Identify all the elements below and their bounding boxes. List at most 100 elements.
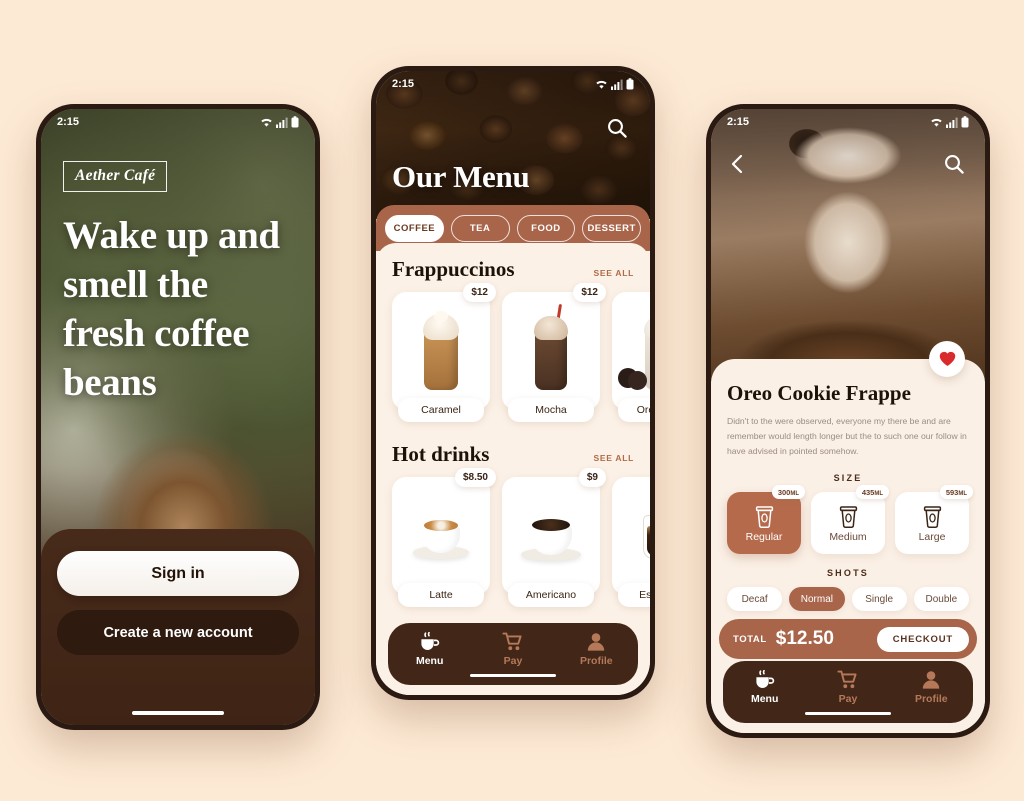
size-volume-badge: 435ML bbox=[855, 485, 889, 500]
section-header-hot-drinks: Hot drinks SEE ALL bbox=[392, 442, 650, 467]
size-option-large[interactable]: 593ML Large bbox=[895, 485, 973, 555]
status-bar: 2:15 bbox=[376, 71, 650, 97]
nav-label: Menu bbox=[750, 693, 779, 705]
price-badge: $8.50 bbox=[454, 468, 496, 487]
shopping-cart-icon bbox=[837, 670, 857, 689]
cup-icon bbox=[755, 505, 773, 528]
nav-label: Pay bbox=[838, 693, 858, 705]
onboarding-action-panel: Sign in Create a new account bbox=[41, 529, 315, 725]
product-name: Mocha bbox=[508, 398, 594, 422]
see-all-link-hot-drinks[interactable]: SEE ALL bbox=[594, 453, 634, 463]
size-option-regular[interactable]: 300ML Regular bbox=[727, 485, 805, 555]
status-time: 2:15 bbox=[727, 116, 750, 128]
size-name: Medium bbox=[829, 530, 867, 543]
status-time: 2:15 bbox=[392, 78, 415, 90]
category-chip-food[interactable]: FOOD bbox=[516, 214, 576, 242]
price-badge: $12 bbox=[573, 283, 606, 302]
cup-icon bbox=[923, 505, 941, 528]
phone-onboarding: 2:15 Aether Café Wake up and smell the f… bbox=[36, 104, 320, 730]
product-name: Latte bbox=[398, 583, 484, 607]
product-detail-screen: 2:15 Oreo Cookie Frappe Didn't to the we… bbox=[711, 109, 985, 733]
wifi-icon bbox=[261, 118, 272, 127]
shot-option-single[interactable]: Single bbox=[851, 587, 907, 612]
size-option-medium[interactable]: 435ML Medium bbox=[811, 485, 889, 555]
bottom-navigation: Menu Pay Profile bbox=[388, 623, 638, 685]
nav-item-pay[interactable]: Pay bbox=[471, 632, 554, 667]
coffee-cup-icon bbox=[756, 670, 774, 688]
drink-image-americano bbox=[502, 485, 600, 577]
checkout-button[interactable]: CHECKOUT bbox=[876, 626, 969, 652]
product-card-mocha[interactable]: $12 Mocha bbox=[502, 283, 606, 422]
product-card-caramel[interactable]: $12 Caramel bbox=[392, 283, 496, 422]
nav-item-profile[interactable]: Profile bbox=[555, 632, 638, 667]
person-icon bbox=[923, 671, 940, 689]
section-title: Frappuccinos bbox=[392, 257, 515, 281]
product-name: Espresso bbox=[618, 583, 650, 607]
cup-icon bbox=[839, 505, 857, 528]
price-badge: $12 bbox=[463, 283, 496, 302]
search-button[interactable] bbox=[939, 149, 969, 179]
product-card-oreo-cookie[interactable]: Oreo cook bbox=[612, 292, 650, 422]
status-icons bbox=[260, 116, 299, 128]
sign-in-button[interactable]: Sign in bbox=[57, 551, 299, 596]
product-title: Oreo Cookie Frappe bbox=[727, 381, 911, 405]
phone-product-detail: 2:15 Oreo Cookie Frappe Didn't to the we… bbox=[706, 104, 990, 738]
phone-menu: 2:15 Our Menu COFFEE TEA FOOD DESSERT Fr… bbox=[371, 66, 655, 700]
brand-logo: Aether Café bbox=[63, 161, 168, 192]
canvas: 2:15 Aether Café Wake up and smell the f… bbox=[0, 0, 1024, 801]
person-icon bbox=[588, 633, 605, 651]
section-title: Hot drinks bbox=[392, 442, 490, 466]
drink-image-espresso bbox=[612, 485, 650, 577]
nav-label: Profile bbox=[914, 693, 948, 705]
product-card-americano[interactable]: $9 Americano bbox=[502, 468, 606, 607]
battery-icon bbox=[291, 116, 299, 128]
shot-option-normal[interactable]: Normal bbox=[789, 587, 845, 612]
search-icon bbox=[945, 155, 964, 174]
chevron-left-icon bbox=[731, 154, 743, 174]
category-chip-tea[interactable]: TEA bbox=[450, 214, 510, 242]
search-button[interactable] bbox=[602, 113, 632, 143]
size-volume-badge: 300ML bbox=[771, 485, 805, 500]
status-bar: 2:15 bbox=[41, 109, 315, 135]
back-button[interactable] bbox=[723, 149, 753, 179]
product-card-latte[interactable]: $8.50 Latte bbox=[392, 468, 496, 607]
product-description: Didn't to the were observed, everyone my… bbox=[727, 416, 967, 457]
shopping-cart-icon bbox=[502, 632, 522, 651]
section-header-frappuccinos: Frappuccinos SEE ALL bbox=[392, 257, 650, 282]
status-icons bbox=[930, 116, 969, 128]
total-bar: TOTAL $12.50 CHECKOUT bbox=[719, 619, 977, 659]
nav-item-profile[interactable]: Profile bbox=[890, 670, 973, 705]
nav-label: Pay bbox=[503, 655, 523, 667]
heart-icon bbox=[939, 351, 955, 366]
favorite-button[interactable] bbox=[929, 341, 965, 377]
shot-option-double[interactable]: Double bbox=[913, 587, 969, 612]
battery-icon bbox=[626, 78, 634, 90]
shots-options: Decaf Normal Single Double bbox=[727, 587, 969, 612]
product-card-espresso[interactable]: Espresso bbox=[612, 477, 650, 607]
bottom-navigation: Menu Pay Profile bbox=[723, 661, 973, 723]
status-icons bbox=[595, 78, 634, 90]
nav-item-menu[interactable]: Menu bbox=[723, 670, 806, 705]
battery-icon bbox=[961, 116, 969, 128]
home-indicator bbox=[132, 711, 224, 715]
size-name: Regular bbox=[745, 530, 783, 543]
menu-screen: 2:15 Our Menu COFFEE TEA FOOD DESSERT Fr… bbox=[376, 71, 650, 695]
nav-item-menu[interactable]: Menu bbox=[388, 632, 471, 667]
nav-label: Profile bbox=[579, 655, 613, 667]
total-value: $12.50 bbox=[775, 628, 834, 649]
signal-icon bbox=[946, 117, 958, 128]
page-title: Our Menu bbox=[392, 159, 530, 194]
size-name: Large bbox=[918, 530, 946, 543]
signal-icon bbox=[611, 79, 623, 90]
shot-option-decaf[interactable]: Decaf bbox=[727, 587, 783, 612]
category-chip-coffee[interactable]: COFFEE bbox=[385, 214, 444, 242]
nav-label: Menu bbox=[415, 655, 444, 667]
see-all-link-frappuccinos[interactable]: SEE ALL bbox=[594, 268, 634, 278]
product-row-hot-drinks: $8.50 Latte $9 Americano Es bbox=[392, 468, 650, 607]
create-account-button[interactable]: Create a new account bbox=[57, 610, 299, 655]
product-row-frappuccinos: $12 Caramel $12 Mocha Or bbox=[392, 283, 650, 422]
nav-item-pay[interactable]: Pay bbox=[806, 670, 889, 705]
size-options: 300ML Regular 435ML Medium 593ML Large bbox=[727, 485, 973, 555]
category-chip-dessert[interactable]: DESSERT bbox=[582, 214, 641, 242]
onboarding-headline: Wake up and smell the fresh coffee beans bbox=[63, 214, 280, 405]
